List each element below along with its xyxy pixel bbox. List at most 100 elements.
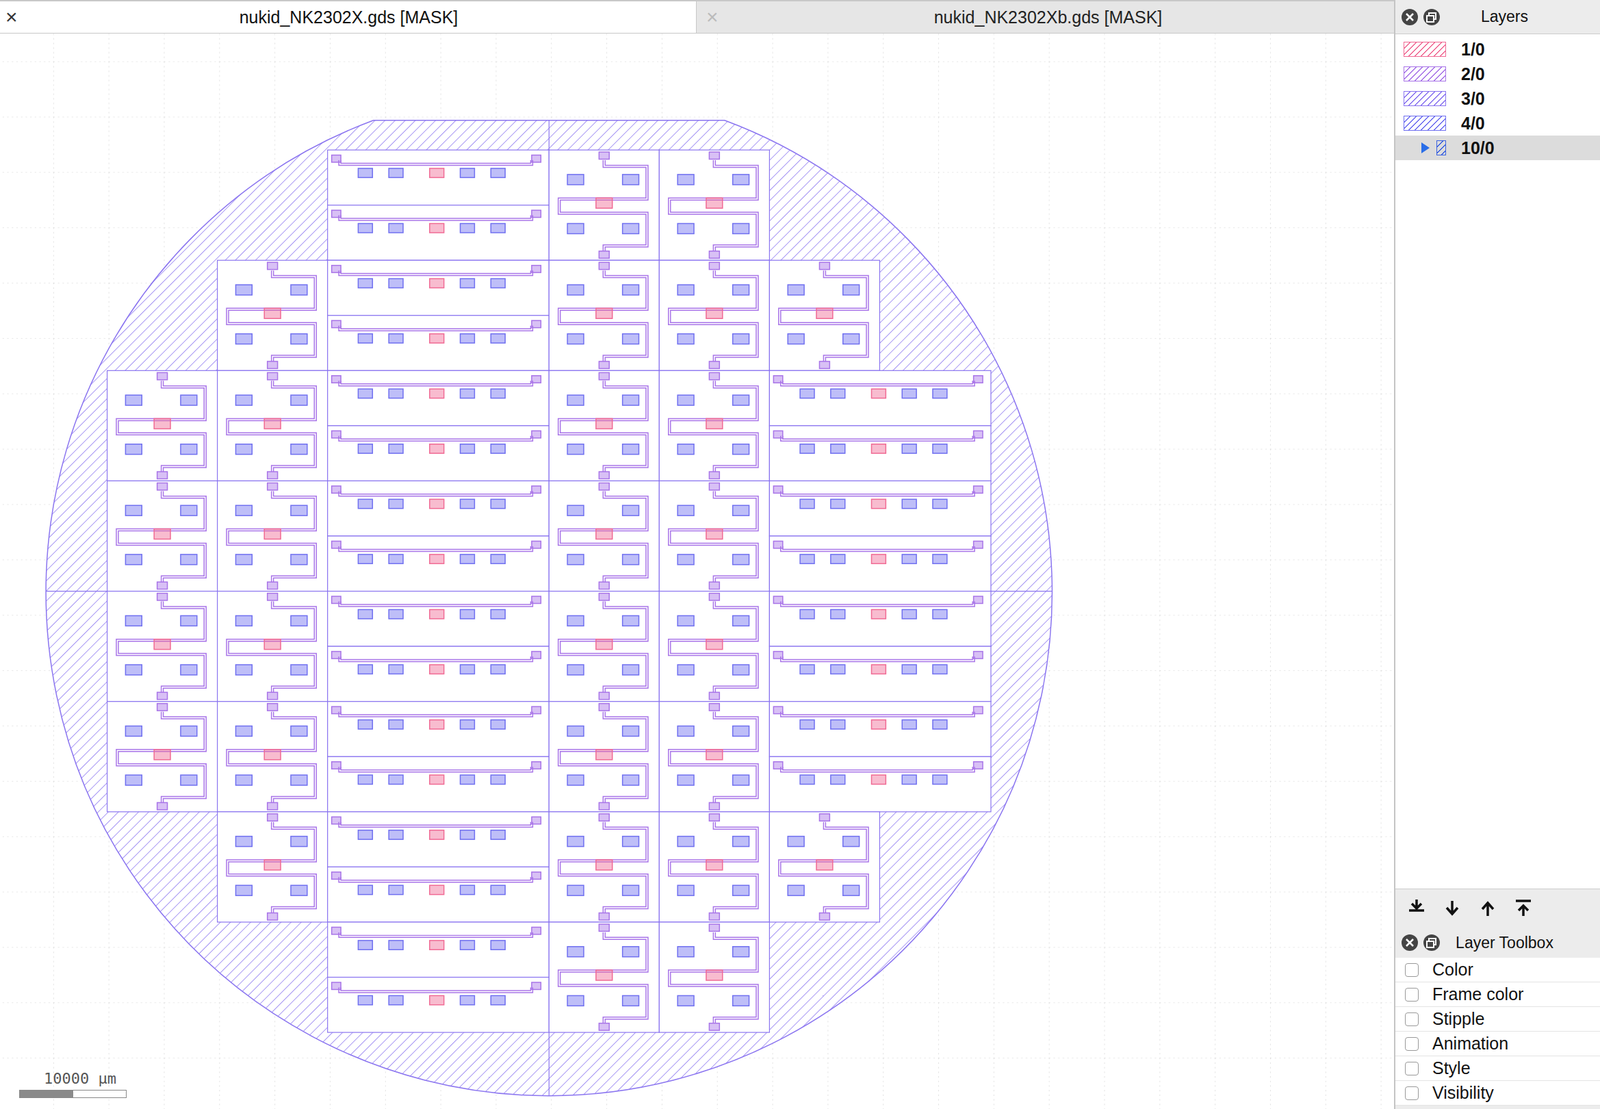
pad	[932, 664, 948, 674]
die	[769, 535, 991, 592]
pad	[708, 251, 720, 258]
tab-close-button[interactable]: ×	[0, 5, 29, 29]
die	[217, 370, 328, 481]
layout-canvas[interactable]: 10000 µm	[0, 33, 1395, 1109]
order-button[interactable]	[1470, 892, 1505, 924]
trace-inner	[559, 380, 647, 472]
toolbox-checkbox[interactable]	[1404, 1086, 1419, 1100]
pad	[490, 554, 506, 564]
toolbox-item[interactable]: Color	[1395, 957, 1600, 983]
trace-inner	[340, 160, 532, 165]
pad	[677, 444, 694, 455]
pad	[490, 609, 506, 618]
pad	[596, 749, 613, 760]
die-outline	[548, 921, 660, 1032]
trace-inner	[559, 711, 647, 803]
pad	[596, 528, 613, 540]
pad	[901, 444, 917, 454]
trace	[227, 490, 316, 582]
toolbox-item[interactable]: Animation	[1395, 1031, 1600, 1056]
pad	[357, 498, 373, 508]
toolbox-item[interactable]: Visibility	[1395, 1080, 1600, 1106]
pad	[264, 859, 281, 870]
pad	[819, 361, 830, 369]
pad	[708, 802, 720, 809]
pad	[598, 151, 610, 159]
pad	[180, 444, 198, 455]
toolbox-checkbox[interactable]	[1404, 1036, 1419, 1051]
icon-part	[1401, 8, 1418, 26]
toolbox-item[interactable]: Stipple	[1395, 1006, 1600, 1032]
pad	[357, 774, 373, 784]
toolbox-checkbox[interactable]	[1404, 987, 1419, 1002]
layer-row[interactable]: 3/0	[1395, 86, 1600, 111]
pad	[567, 444, 584, 455]
close-icon[interactable]	[1400, 8, 1419, 27]
die-outline	[327, 866, 550, 922]
pad	[973, 375, 983, 383]
pad	[290, 774, 308, 785]
order-button[interactable]	[1506, 892, 1541, 924]
layer-name: 2/0	[1461, 64, 1486, 85]
pad	[388, 333, 404, 343]
layer-row[interactable]: 4/0	[1395, 110, 1600, 136]
toolbox-checkbox[interactable]	[1404, 1061, 1419, 1076]
order-button[interactable]	[1435, 892, 1470, 924]
die-outline	[327, 977, 550, 1033]
pad	[531, 540, 541, 548]
pad	[331, 430, 341, 438]
pad	[901, 388, 917, 398]
die-outline	[769, 260, 880, 371]
tab-close-button[interactable]: ×	[696, 5, 730, 29]
file-tab[interactable]: ×nukid_NK2302X.gds [MASK]	[0, 1, 696, 34]
die-outline	[327, 205, 550, 261]
close-icon[interactable]	[1400, 933, 1419, 952]
pad	[180, 394, 198, 406]
toolbox-item[interactable]: Frame color	[1395, 982, 1600, 1007]
pad	[490, 940, 506, 950]
pad	[290, 726, 308, 737]
trace-inner	[781, 711, 974, 716]
pad	[622, 664, 640, 675]
pad	[531, 596, 541, 603]
die	[769, 425, 991, 482]
pad	[677, 505, 694, 516]
trace-inner	[781, 435, 974, 441]
pad	[460, 498, 475, 508]
pad	[235, 394, 252, 406]
toolbox-checkbox[interactable]	[1404, 962, 1419, 977]
pad	[622, 726, 640, 737]
pad	[357, 664, 373, 674]
pad	[871, 664, 886, 674]
pad	[596, 197, 613, 209]
toolbox-checkbox[interactable]	[1404, 1012, 1419, 1026]
layer-row[interactable]: 1/0	[1395, 36, 1600, 62]
die	[548, 260, 660, 371]
toolbox-item[interactable]: Style	[1395, 1055, 1600, 1081]
float-icon[interactable]	[1422, 933, 1441, 952]
pad	[706, 418, 723, 429]
trace	[340, 546, 532, 551]
pad	[490, 719, 506, 729]
pad	[388, 774, 404, 784]
layer-swatch-slot	[1402, 65, 1447, 83]
pad	[331, 871, 341, 879]
die	[327, 149, 550, 206]
pad	[125, 394, 142, 406]
order-button[interactable]	[1399, 892, 1434, 924]
die	[327, 701, 550, 757]
pad	[677, 884, 694, 896]
float-icon[interactable]	[1422, 8, 1441, 27]
pad	[567, 995, 584, 1006]
side-panels: Layers1/02/03/04/010/0Layer ToolboxColor…	[1394, 0, 1600, 1109]
layer-row[interactable]: 10/0	[1395, 135, 1600, 161]
layer-swatch	[1403, 66, 1447, 82]
layer-row[interactable]: 2/0	[1395, 61, 1600, 87]
pad	[531, 926, 541, 934]
expand-icon[interactable]	[1421, 142, 1430, 154]
die	[327, 370, 550, 426]
pad	[331, 816, 341, 824]
file-tab[interactable]: ×nukid_NK2302Xb.gds [MASK]	[695, 1, 1395, 34]
trace	[340, 821, 532, 827]
pad	[843, 836, 860, 847]
